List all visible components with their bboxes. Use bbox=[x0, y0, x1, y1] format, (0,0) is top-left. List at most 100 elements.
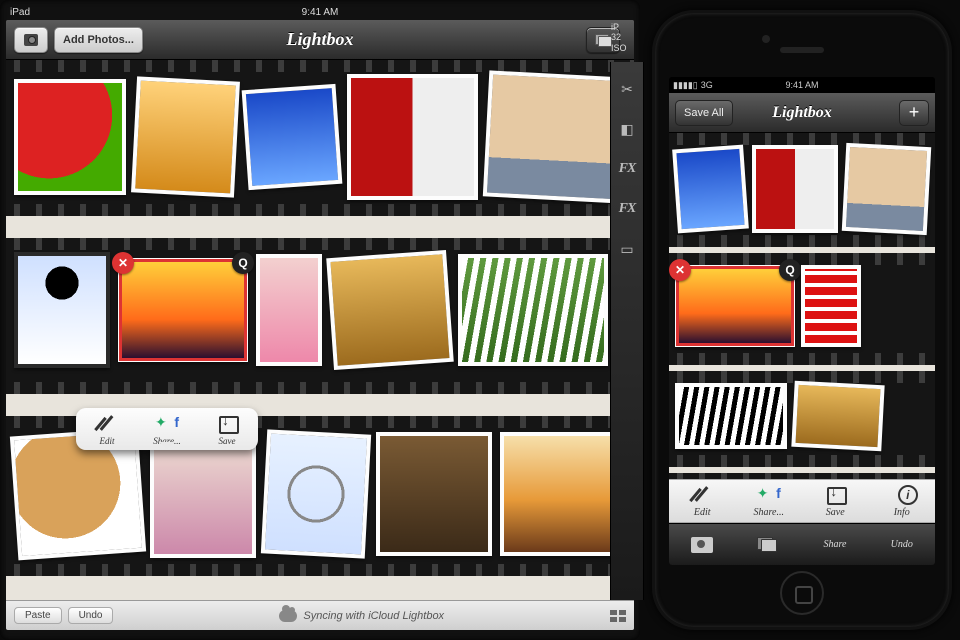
popover-save-label: Save bbox=[219, 436, 236, 446]
rail-fx-button[interactable]: FX bbox=[616, 158, 638, 180]
share-icon bbox=[153, 414, 181, 434]
tab-stack-button[interactable] bbox=[757, 537, 779, 553]
tab-share-label: Share bbox=[823, 539, 846, 550]
photo-thumbnail[interactable] bbox=[131, 76, 240, 197]
iphone-home-button[interactable] bbox=[780, 571, 824, 615]
iphone-front-camera bbox=[762, 35, 770, 43]
plus-icon: + bbox=[909, 102, 920, 123]
photo-thumbnail[interactable] bbox=[675, 383, 787, 449]
paste-label: Paste bbox=[25, 610, 51, 621]
camera-icon bbox=[24, 34, 38, 46]
photo-thumbnail-selected[interactable]: ✕ Q bbox=[118, 258, 248, 362]
ipad-footer: Paste Undo Syncing with iCloud Lightbox bbox=[6, 600, 634, 630]
popover-edit-label: Edit bbox=[100, 436, 115, 446]
save-icon bbox=[821, 485, 849, 505]
photo-thumbnail-selected[interactable]: ✕ Q bbox=[675, 265, 795, 347]
share-icon bbox=[755, 485, 783, 505]
tab-camera-button[interactable] bbox=[691, 537, 713, 553]
carrier-label: 3G bbox=[701, 80, 713, 90]
rail-fx-button[interactable]: FX bbox=[616, 198, 638, 220]
signal-icon: ▮▮▮▮▯ bbox=[673, 80, 698, 91]
popover-save-button[interactable]: Save bbox=[204, 414, 250, 446]
ipad-toolbar: Add Photos... Lightbox bbox=[6, 20, 634, 60]
stack-icon bbox=[757, 537, 779, 553]
undo-button[interactable]: Undo bbox=[68, 607, 114, 624]
photo-thumbnail[interactable] bbox=[791, 381, 884, 452]
iphone-app-title: Lightbox bbox=[772, 104, 832, 122]
action-info-label: Info bbox=[894, 507, 910, 518]
popover-edit-button[interactable]: Edit bbox=[84, 414, 130, 446]
edit-icon bbox=[688, 485, 716, 505]
action-save-button[interactable]: Save bbox=[807, 485, 863, 518]
delete-badge-icon[interactable]: ✕ bbox=[112, 252, 134, 274]
stack-icon bbox=[595, 34, 611, 46]
save-all-label: Save All bbox=[684, 107, 724, 119]
cloud-icon bbox=[279, 610, 297, 622]
iphone-toolbar: Save All Lightbox + bbox=[669, 93, 935, 133]
iphone-status-bar: ▮▮▮▮▯ 3G 9:41 AM bbox=[669, 77, 935, 93]
action-share-label: Share... bbox=[754, 507, 784, 518]
photo-thumbnail[interactable] bbox=[672, 145, 749, 234]
filmstrip-row: ✕ Q bbox=[669, 253, 935, 365]
camera-button[interactable] bbox=[14, 27, 48, 53]
sync-status: Syncing with iCloud Lightbox bbox=[119, 610, 604, 622]
ipad-status-device: iPad bbox=[10, 7, 30, 18]
delete-badge-icon[interactable]: ✕ bbox=[669, 259, 691, 281]
quicklook-badge-icon[interactable]: Q bbox=[779, 259, 801, 281]
popover-share-button[interactable]: Share... bbox=[144, 414, 190, 446]
ipad-status-bar: iPad 9:41 AM bbox=[0, 4, 640, 20]
side-tool-rail: iP 32 ISO ✂ ◧ FX FX ▭ bbox=[610, 62, 644, 600]
rail-tool-icon[interactable]: ✂ bbox=[616, 78, 638, 100]
action-save-label: Save bbox=[826, 507, 845, 518]
save-all-button[interactable]: Save All bbox=[675, 100, 733, 126]
photo-thumbnail[interactable] bbox=[752, 145, 837, 233]
filmstrip-row bbox=[669, 371, 935, 467]
filmstrip-row bbox=[669, 133, 935, 247]
add-button[interactable]: + bbox=[899, 100, 929, 126]
iphone-lightbox-content[interactable]: ✕ Q bbox=[669, 133, 935, 479]
photo-thumbnail[interactable] bbox=[801, 265, 861, 347]
info-icon bbox=[888, 485, 916, 505]
ipad-screen: Add Photos... Lightbox bbox=[6, 20, 634, 630]
photo-thumbnail[interactable] bbox=[500, 432, 620, 556]
edit-icon bbox=[93, 414, 121, 434]
photo-thumbnail[interactable] bbox=[483, 70, 630, 203]
photo-thumbnail[interactable] bbox=[347, 74, 478, 200]
share-popover: Edit Share... Save bbox=[76, 408, 258, 450]
action-share-button[interactable]: Share... bbox=[741, 485, 797, 518]
save-icon bbox=[213, 414, 241, 434]
photo-thumbnail[interactable] bbox=[376, 432, 492, 556]
add-photos-label: Add Photos... bbox=[63, 34, 134, 46]
photo-thumbnail[interactable] bbox=[242, 84, 342, 190]
ipad-app-title: Lightbox bbox=[286, 29, 353, 50]
photo-thumbnail[interactable] bbox=[841, 143, 931, 235]
filmstrip-row bbox=[6, 60, 634, 216]
iphone-speaker bbox=[780, 47, 824, 53]
iphone-action-bar: Edit Share... Save Info bbox=[669, 479, 935, 523]
photo-thumbnail[interactable] bbox=[14, 79, 126, 195]
iphone-status-time: 9:41 AM bbox=[785, 80, 818, 90]
photo-thumbnail[interactable] bbox=[261, 429, 371, 558]
grid-view-button[interactable] bbox=[610, 610, 626, 622]
add-photos-button[interactable]: Add Photos... bbox=[54, 27, 143, 53]
quicklook-badge-icon[interactable]: Q bbox=[232, 252, 254, 274]
rail-crop-icon[interactable]: ◧ bbox=[616, 118, 638, 140]
action-info-button[interactable]: Info bbox=[874, 485, 930, 518]
action-edit-label: Edit bbox=[694, 507, 711, 518]
undo-label: Undo bbox=[79, 610, 103, 621]
action-edit-button[interactable]: Edit bbox=[674, 485, 730, 518]
filmstrip-row: ✕ Q bbox=[6, 238, 634, 394]
rail-frame-icon[interactable]: ▭ bbox=[616, 238, 638, 260]
photo-thumbnail[interactable] bbox=[14, 252, 110, 368]
tab-undo-button[interactable]: Undo bbox=[891, 539, 913, 550]
paste-button[interactable]: Paste bbox=[14, 607, 62, 624]
ipad-lightbox-content[interactable]: ✕ Q bbox=[6, 60, 634, 600]
ipad-status-time: 9:41 AM bbox=[302, 7, 339, 18]
tab-share-button[interactable]: Share bbox=[823, 539, 846, 550]
photo-thumbnail[interactable] bbox=[256, 254, 322, 366]
iphone-tab-bar: Share Undo bbox=[669, 523, 935, 565]
camera-icon bbox=[691, 537, 713, 553]
photo-thumbnail[interactable] bbox=[326, 250, 454, 370]
photo-thumbnail[interactable] bbox=[458, 254, 608, 366]
iphone-device: ▮▮▮▮▯ 3G 9:41 AM Save All Lightbox + bbox=[652, 10, 952, 630]
